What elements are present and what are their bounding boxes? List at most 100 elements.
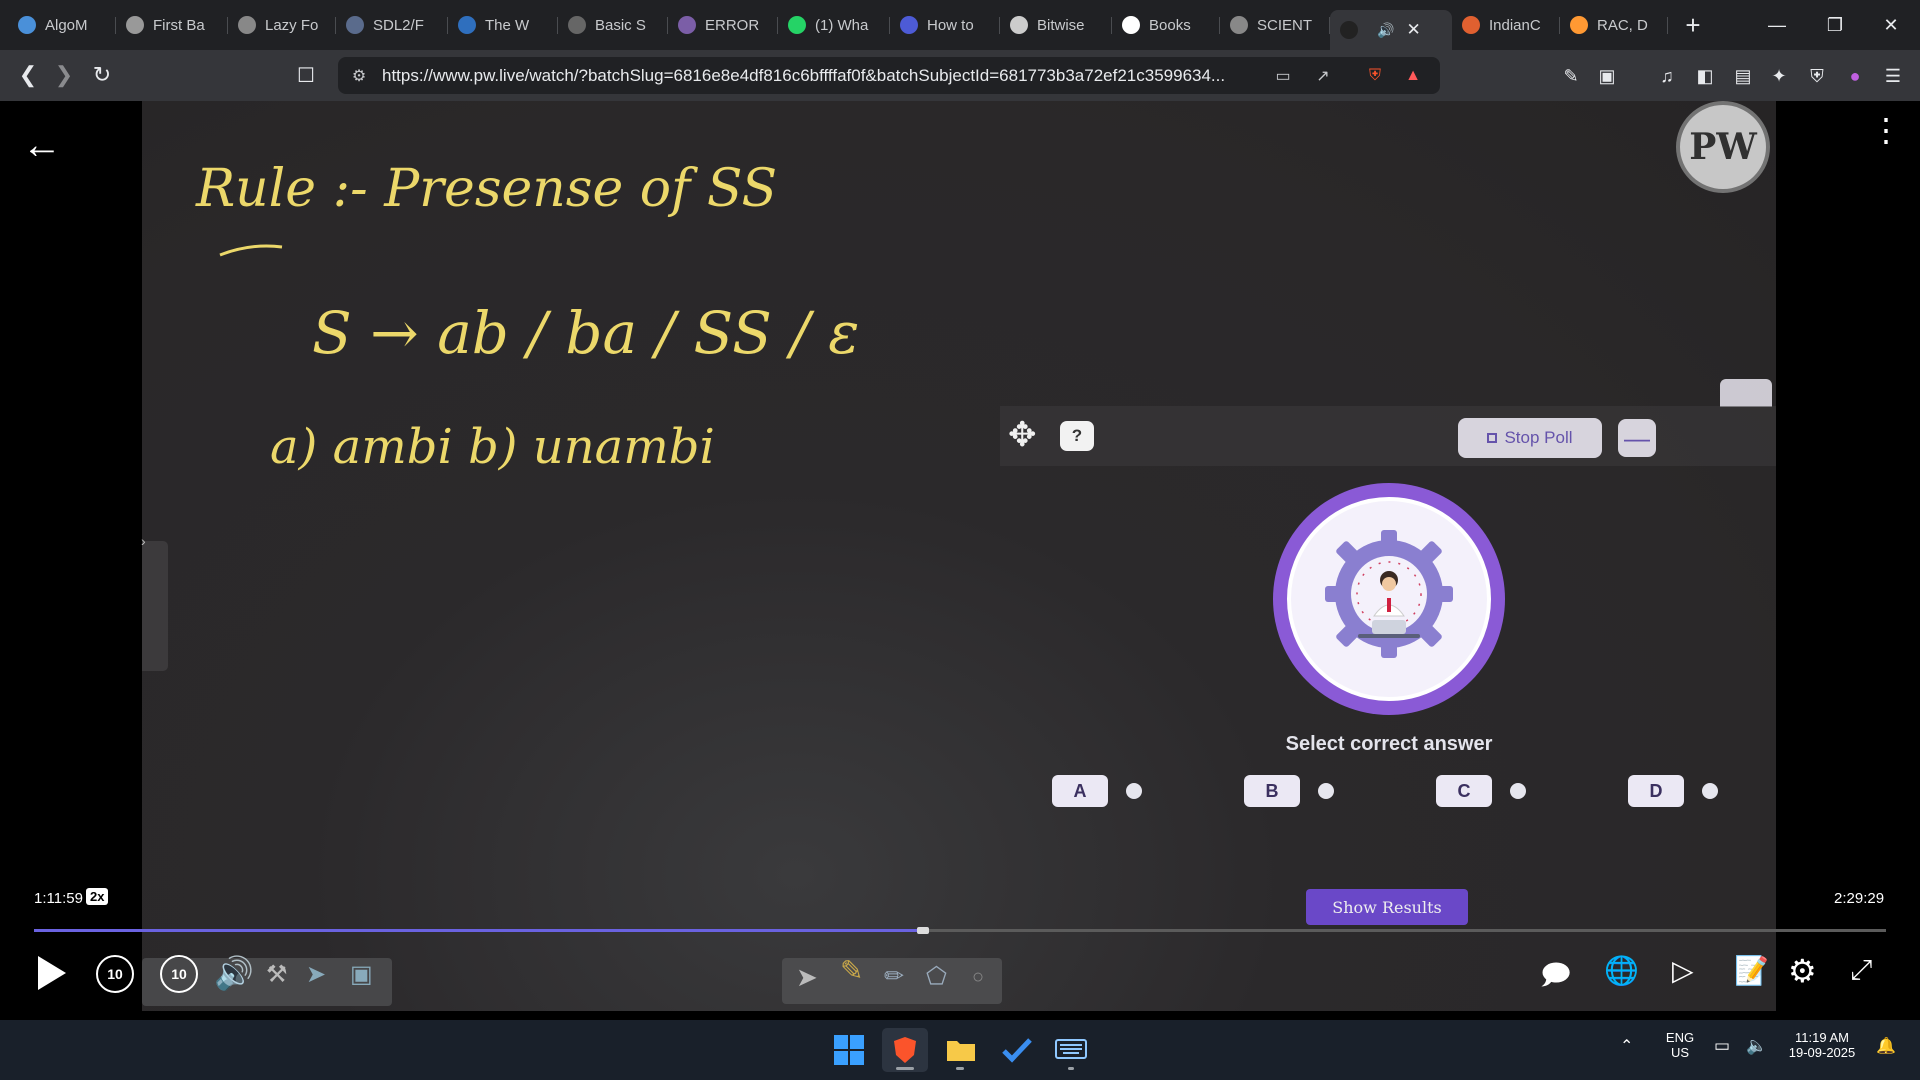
leo-ai-icon[interactable]: ✦ (1764, 62, 1794, 90)
chevron-right-icon[interactable]: › (141, 533, 146, 549)
settings-gear-icon[interactable]: ⚙ (1788, 952, 1817, 990)
option-radio[interactable] (1126, 783, 1142, 799)
rewind-10-button[interactable]: 10 (96, 955, 134, 993)
brave-rewards-icon[interactable]: ▲ (1398, 57, 1428, 94)
poll-option-a[interactable]: A (1052, 775, 1142, 807)
network-icon[interactable]: ▭ (1714, 1036, 1730, 1056)
translate-icon[interactable]: 🌐 (1604, 954, 1639, 987)
left-drawer-handle[interactable] (142, 541, 168, 671)
browser-tab[interactable]: AlgoM (8, 8, 116, 42)
browser-tab[interactable]: Books (1112, 8, 1220, 42)
back-icon[interactable]: ❮ (10, 57, 46, 93)
browser-tab[interactable]: SCIENT (1220, 8, 1330, 42)
minimize-window-icon[interactable]: — (1748, 0, 1806, 50)
poll-side-tab[interactable] (1720, 379, 1772, 407)
site-info-icon[interactable]: ⚙ (344, 57, 374, 94)
tab-close-icon[interactable]: ✕ (1406, 20, 1420, 40)
highlighter-tool-icon[interactable]: ✏ (884, 962, 904, 991)
close-window-icon[interactable]: ✕ (1862, 0, 1920, 50)
new-tab-icon[interactable]: + (1678, 10, 1708, 41)
brave-browser-icon[interactable] (882, 1028, 928, 1072)
notification-bell-icon[interactable]: 🔔 (1876, 1036, 1896, 1056)
video-player[interactable]: Rule :- Presense of SS S → ab / ba / SS … (0, 101, 1920, 1020)
more-options-icon[interactable]: ⋮ (1870, 114, 1902, 146)
menu-icon[interactable]: ☰ (1878, 62, 1908, 90)
brave-shields-icon[interactable]: ⛨ (1360, 57, 1390, 94)
reload-icon[interactable]: ↻ (84, 57, 120, 93)
browser-tab[interactable]: RAC, D (1560, 8, 1668, 42)
lecture-board (142, 101, 1776, 1011)
browser-tab[interactable]: How to (890, 8, 1000, 42)
media-icon[interactable]: ♫ (1652, 62, 1682, 90)
speed-badge[interactable]: 2x (86, 888, 109, 905)
browser-tab[interactable]: Lazy Fo (228, 8, 336, 42)
bookmark-icon[interactable]: ☐ (288, 57, 324, 93)
eraser-tool-icon[interactable]: ○ (972, 966, 984, 989)
image-icon[interactable]: ▣ (350, 960, 373, 989)
todo-app-icon[interactable] (994, 1028, 1040, 1072)
shape-tool-icon[interactable]: ⬠ (926, 962, 947, 991)
stop-poll-button[interactable]: Stop Poll (1458, 418, 1602, 458)
seek-bar[interactable] (34, 927, 1886, 934)
fullscreen-icon[interactable]: ⤢ (1850, 954, 1872, 987)
sidebar-icon[interactable]: ◧ (1690, 62, 1720, 90)
option-radio[interactable] (1318, 783, 1334, 799)
option-radio[interactable] (1702, 783, 1718, 799)
tools-icon[interactable]: ⚒ (266, 960, 288, 989)
picture-in-picture-icon[interactable]: ▷ (1672, 954, 1694, 987)
board-grammar-line: S → ab / ba / SS / ε (312, 299, 860, 367)
language-indicator[interactable]: ENG US (1660, 1030, 1700, 1060)
pointer-tool-icon[interactable]: ➤ (306, 960, 326, 989)
file-explorer-icon[interactable] (938, 1028, 984, 1072)
option-label[interactable]: D (1628, 775, 1684, 807)
option-label[interactable]: A (1052, 775, 1108, 807)
browser-tab[interactable]: SDL2/F (336, 8, 448, 42)
help-icon[interactable]: ? (1060, 421, 1094, 451)
option-label[interactable]: C (1436, 775, 1492, 807)
poll-option-b[interactable]: B (1244, 775, 1334, 807)
back-arrow-icon[interactable]: ← (22, 123, 62, 168)
option-label[interactable]: B (1244, 775, 1300, 807)
browser-tab[interactable]: Bitwise (1000, 8, 1112, 42)
seek-bar-knob[interactable] (916, 927, 929, 934)
browser-tab[interactable]: (1) Wha (778, 8, 890, 42)
extensions-icon[interactable]: ✎ (1556, 62, 1586, 90)
profile-icon[interactable]: ● (1840, 62, 1870, 90)
browser-tab[interactable]: IndianC (1452, 8, 1560, 42)
cast-icon[interactable]: ▭ (1268, 57, 1298, 94)
volume-icon[interactable]: 🔊 (214, 954, 254, 992)
share-icon[interactable]: ↗ (1308, 57, 1338, 94)
cursor-tool-icon[interactable]: ➤ (796, 962, 818, 993)
reader-icon[interactable]: ▣ (1592, 62, 1622, 90)
tab-audio-icon[interactable]: 🔊 (1377, 22, 1394, 39)
forward-10-button[interactable]: 10 (160, 955, 198, 993)
clock[interactable]: 11:19 AM 19-09-2025 (1784, 1030, 1860, 1060)
notes-icon[interactable]: 📝 (1734, 954, 1769, 987)
chevron-up-icon[interactable]: ⌃ (1620, 1036, 1633, 1056)
wallet-icon[interactable]: ▤ (1728, 62, 1758, 90)
address-bar[interactable]: ⚙ https://www.pw.live/watch/?batchSlug=6… (338, 57, 1440, 94)
chat-icon[interactable]: 🗩 (1540, 954, 1571, 1002)
windows-start-icon[interactable] (826, 1028, 872, 1072)
browser-tab[interactable]: ERROR (668, 8, 778, 42)
minimize-poll-button[interactable]: — (1618, 419, 1656, 457)
forward-icon[interactable]: ❯ (46, 57, 82, 93)
restore-window-icon[interactable]: ❐ (1806, 0, 1864, 50)
url-text[interactable]: https://www.pw.live/watch/?batchSlug=681… (382, 66, 1262, 86)
browser-tab[interactable]: 🔊 ✕ (1330, 10, 1452, 50)
vpn-icon[interactable]: ⛨ (1802, 62, 1832, 90)
tab-label: Bitwise (1037, 16, 1085, 34)
play-button[interactable] (32, 950, 72, 996)
browser-tab[interactable]: First Ba (116, 8, 228, 42)
show-results-button[interactable]: Show Results (1306, 889, 1468, 925)
tab-label: RAC, D (1597, 16, 1648, 34)
pen-tool-icon[interactable]: ✎ (840, 954, 863, 987)
option-radio[interactable] (1510, 783, 1526, 799)
poll-option-c[interactable]: C (1436, 775, 1526, 807)
poll-option-d[interactable]: D (1628, 775, 1718, 807)
browser-tab[interactable]: Basic S (558, 8, 668, 42)
speaker-icon[interactable]: 🔈 (1746, 1036, 1767, 1056)
touch-keyboard-icon[interactable] (1048, 1028, 1094, 1072)
move-icon[interactable]: ✥ (1008, 415, 1037, 455)
browser-tab[interactable]: The W (448, 8, 558, 42)
